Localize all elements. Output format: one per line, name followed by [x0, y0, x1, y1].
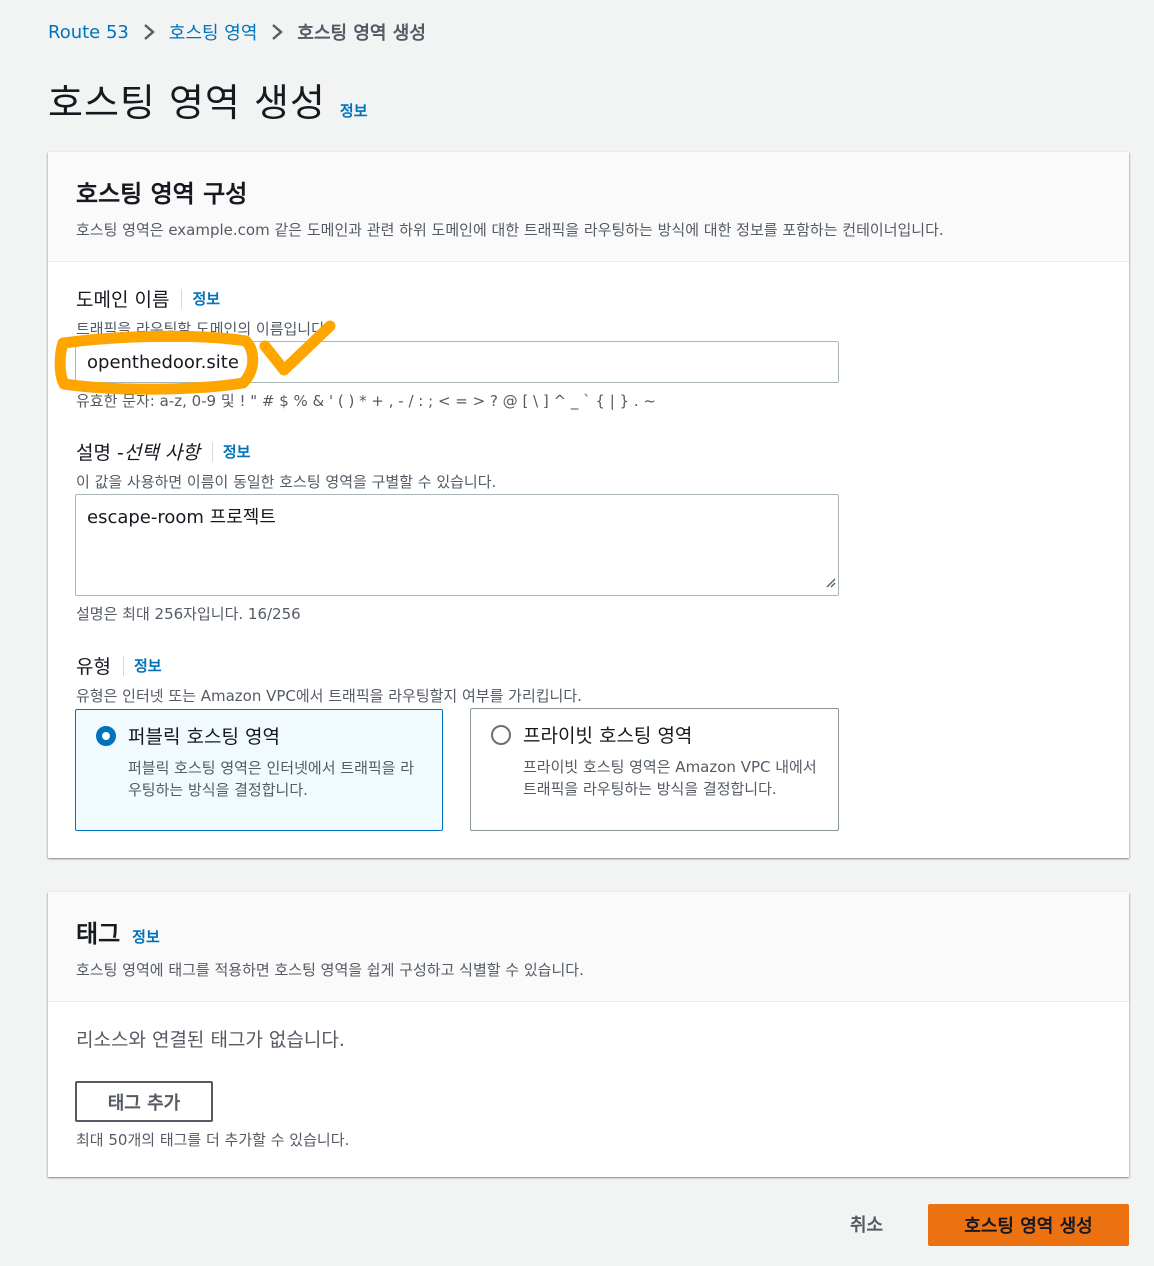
label-divider [181, 288, 183, 309]
add-tag-button[interactable]: 태그 추가 [75, 1081, 213, 1122]
description-textarea[interactable]: escape-room 프로젝트 [75, 494, 839, 596]
description-hint: 이 값을 사용하면 이름이 동일한 호스팅 영역을 구별할 수 있습니다. [76, 473, 497, 491]
hosted-zone-config-panel: 호스팅 영역 구성 호스팅 영역은 example.com 같은 도메인과 관련… [48, 152, 1129, 858]
breadcrumb-current: 호스팅 영역 생성 [297, 23, 426, 44]
no-tags-text: 리소스와 연결된 태그가 없습니다. [76, 1029, 345, 1051]
public-tile-title: 퍼블릭 호스팅 영역 [128, 726, 280, 748]
breadcrumb: Route 53 호스팅 영역 호스팅 영역 생성 [48, 18, 426, 46]
domain-name-constraint: 유효한 문자: a-z, 0-9 및 ! " # $ % & ' ( ) * +… [76, 392, 656, 410]
description-label: 설명 - [76, 442, 124, 464]
description-constraint: 설명은 최대 256자입니다. 16/256 [76, 605, 301, 623]
breadcrumb-hosted-zones[interactable]: 호스팅 영역 [169, 19, 258, 45]
config-panel-title: 호스팅 영역 구성 [76, 180, 248, 208]
private-tile-description: 프라이빗 호스팅 영역은 Amazon VPC 내에서 트래픽을 라우팅하는 방… [523, 758, 817, 798]
label-divider [211, 441, 213, 462]
domain-name-field: 도메인 이름 정보 트래픽을 라우팅할 도메인의 이름입니다. [76, 285, 330, 339]
label-divider [122, 655, 124, 676]
page-title: 호스팅 영역 생성 [48, 81, 326, 125]
private-radio[interactable] [491, 725, 511, 745]
type-label-row: 유형 정보 [76, 652, 582, 679]
public-tile-description: 퍼블릭 호스팅 영역은 인터넷에서 트래픽을 라우팅하는 방식을 결정합니다. [128, 759, 415, 799]
description-label-row: 설명 - 선택 사항 정보 [76, 438, 496, 465]
domain-name-input[interactable]: openthedoor.site [75, 341, 839, 383]
domain-name-info-link[interactable]: 정보 [192, 288, 220, 309]
public-hosted-zone-tile[interactable]: 퍼블릭 호스팅 영역 퍼블릭 호스팅 영역은 인터넷에서 트래픽을 라우팅하는 … [75, 709, 443, 831]
type-label: 유형 [76, 656, 111, 678]
chevron-right-icon [271, 23, 284, 41]
tags-panel: 태그 정보 호스팅 영역에 태그를 적용하면 호스팅 영역을 쉽게 구성하고 식… [48, 892, 1129, 1177]
chevron-right-icon [143, 23, 155, 41]
create-hosted-zone-button[interactable]: 호스팅 영역 생성 [928, 1204, 1129, 1246]
config-panel-header: 호스팅 영역 구성 호스팅 영역은 example.com 같은 도메인과 관련… [48, 152, 1129, 262]
public-radio[interactable] [96, 726, 116, 746]
domain-name-label-row: 도메인 이름 정보 [76, 285, 330, 312]
private-hosted-zone-tile[interactable]: 프라이빗 호스팅 영역 프라이빗 호스팅 영역은 Amazon VPC 내에서 … [470, 708, 839, 831]
tags-panel-header: 태그 정보 호스팅 영역에 태그를 적용하면 호스팅 영역을 쉽게 구성하고 식… [48, 892, 1129, 1002]
page-header: 호스팅 영역 생성 정보 [48, 72, 368, 127]
domain-name-hint: 트래픽을 라우팅할 도메인의 이름입니다. [76, 320, 330, 338]
description-field: 설명 - 선택 사항 정보 이 값을 사용하면 이름이 동일한 호스팅 영역을 … [76, 438, 496, 492]
description-info-link[interactable]: 정보 [223, 441, 251, 462]
tags-info-link[interactable]: 정보 [132, 926, 160, 947]
tags-panel-description: 호스팅 영역에 태그를 적용하면 호스팅 영역을 쉽게 구성하고 식별할 수 있… [76, 961, 584, 979]
tag-limit-hint: 최대 50개의 태그를 더 추가할 수 있습니다. [76, 1131, 350, 1149]
resize-grip-icon[interactable] [824, 572, 836, 593]
private-tile-title: 프라이빗 호스팅 영역 [523, 725, 693, 747]
description-optional-label: 선택 사항 [123, 442, 200, 464]
type-hint: 유형은 인터넷 또는 Amazon VPC에서 트래픽을 라우팅할지 여부를 가… [76, 687, 582, 705]
page-info-link[interactable]: 정보 [340, 100, 368, 121]
tags-panel-title: 태그 [76, 920, 121, 948]
domain-name-label: 도메인 이름 [76, 289, 170, 311]
config-panel-description: 호스팅 영역은 example.com 같은 도메인과 관련 하위 도메인에 대… [76, 221, 944, 239]
type-info-link[interactable]: 정보 [134, 655, 162, 676]
cancel-button[interactable]: 취소 [850, 1211, 883, 1237]
breadcrumb-route53[interactable]: Route 53 [48, 22, 129, 43]
description-value: escape-room 프로젝트 [87, 507, 276, 528]
tags-panel-title-row: 태그 정보 [76, 914, 1101, 949]
domain-name-value: openthedoor.site [87, 351, 239, 373]
type-field: 유형 정보 유형은 인터넷 또는 Amazon VPC에서 트래픽을 라우팅할지… [76, 652, 582, 706]
